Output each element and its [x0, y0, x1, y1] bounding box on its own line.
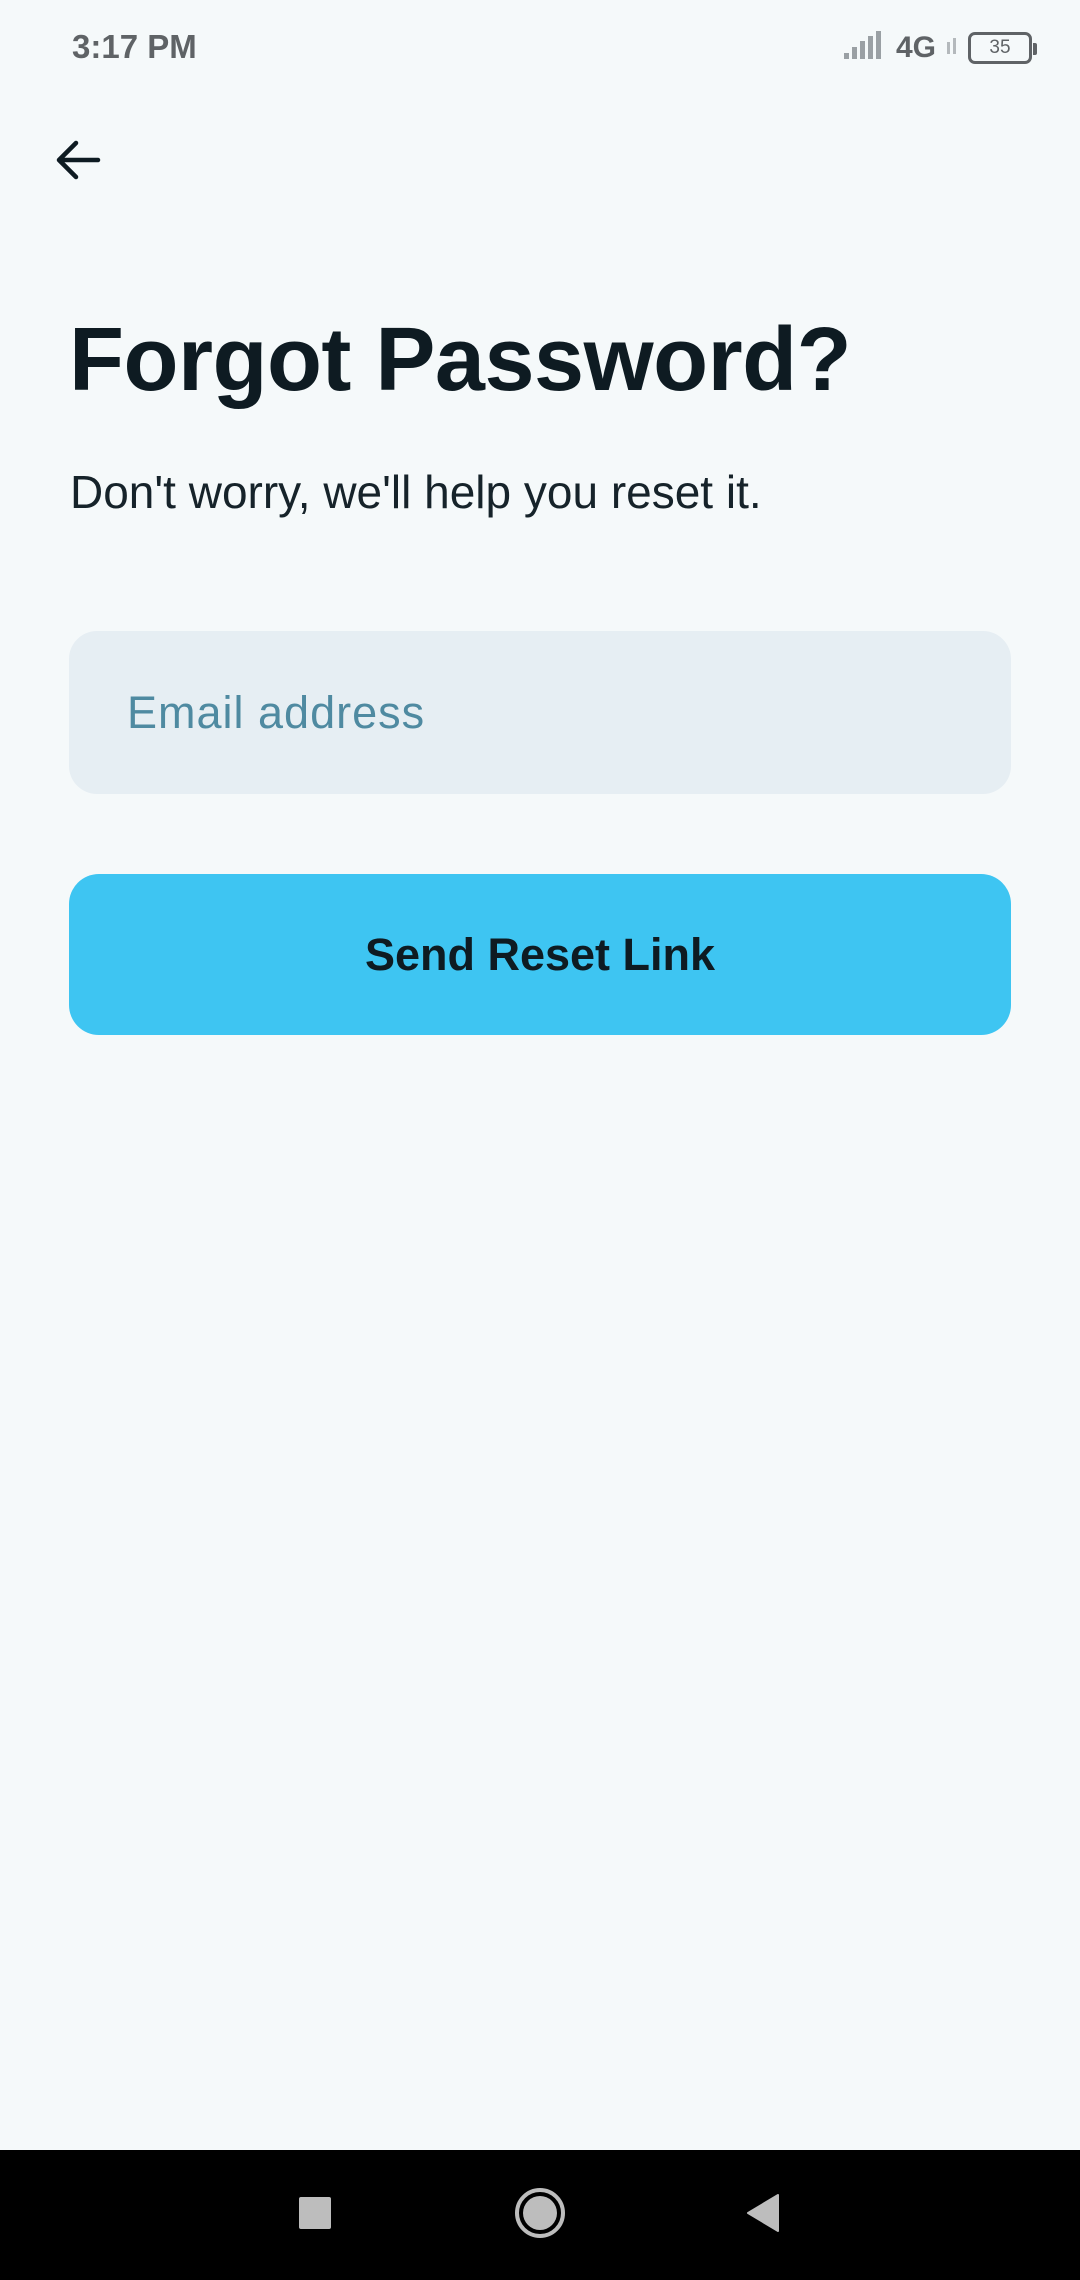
- send-reset-link-button[interactable]: Send Reset Link: [69, 874, 1011, 1035]
- status-time: 3:17 PM: [72, 28, 197, 65]
- battery-level: 35: [989, 37, 1011, 58]
- battery-icon: 35: [968, 32, 1037, 64]
- network-type: 4G: [895, 31, 936, 64]
- home-button[interactable]: [500, 2175, 580, 2255]
- page-title: Forgot Password?: [69, 310, 852, 410]
- back-button[interactable]: [40, 124, 116, 200]
- signal-icon: [843, 30, 886, 66]
- email-field[interactable]: [69, 631, 1011, 794]
- back-triangle-icon: [740, 2191, 784, 2240]
- home-circle-icon: [510, 2183, 570, 2248]
- status-bar: 3:17 PM 4G 35: [0, 0, 1080, 96]
- data-activity-icon: [946, 36, 958, 61]
- system-back-button[interactable]: [722, 2175, 802, 2255]
- recents-button[interactable]: [275, 2175, 355, 2255]
- status-indicators: 4G 35: [843, 28, 1037, 68]
- recents-square-icon: [295, 2193, 335, 2238]
- page-subtitle: Don't worry, we'll help you reset it.: [70, 466, 762, 518]
- system-nav-bar: [0, 2150, 1080, 2280]
- arrow-left-icon: [52, 134, 104, 191]
